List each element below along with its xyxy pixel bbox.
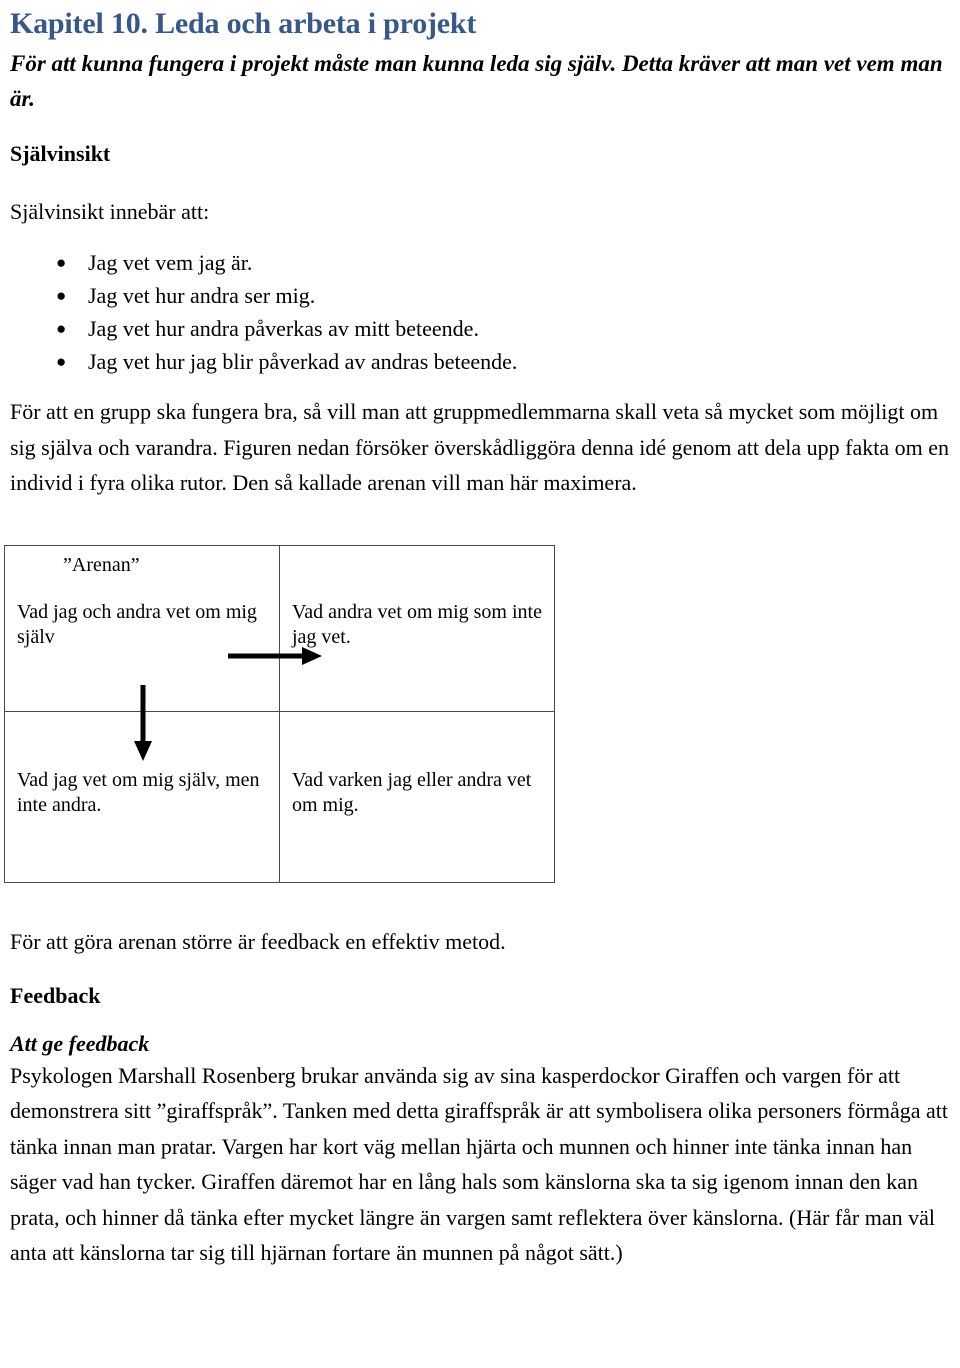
section-heading-feedback: Feedback bbox=[10, 982, 101, 1008]
bullet-icon: ● bbox=[56, 319, 67, 338]
johari-quadrant-unknown: Vad varken jag eller andra vet om mig. bbox=[279, 710, 555, 883]
section-heading-sjalvinsikt: Självinsikt bbox=[10, 141, 111, 166]
page-title: Kapitel 10. Leda och arbeta i projekt bbox=[10, 7, 477, 40]
list-item: ● Jag vet vem jag är. bbox=[0, 246, 960, 279]
quadrant-text-unknown: Vad varken jag eller andra vet om mig. bbox=[292, 768, 532, 816]
johari-quadrant-arena: ”Arenan” Vad jag och andra vet om mig sj… bbox=[4, 544, 280, 712]
sjalvinsikt-paragraph: För att en grupp ska fungera bra, så vil… bbox=[10, 399, 949, 495]
sjalvinsikt-intro: Självinsikt innebär att: bbox=[10, 199, 210, 224]
johari-window-figure: ”Arenan” Vad jag och andra vet om mig sj… bbox=[4, 544, 555, 883]
arena-label: ”Arenan” bbox=[63, 553, 140, 576]
johari-quadrant-hidden: Vad jag vet om mig själv, men inte andra… bbox=[4, 710, 280, 883]
feedback-paragraph: Psykologen Marshall Rosenberg brukar anv… bbox=[10, 1062, 949, 1266]
quadrant-text-blind-spot: Vad andra vet om mig som inte jag vet. bbox=[292, 600, 542, 648]
johari-window-table: ”Arenan” Vad jag och andra vet om mig sj… bbox=[4, 544, 555, 883]
bullet-icon: ● bbox=[56, 286, 67, 305]
quadrant-text-hidden: Vad jag vet om mig själv, men inte andra… bbox=[17, 768, 260, 816]
list-item-label: Jag vet vem jag är. bbox=[88, 250, 253, 275]
table-row: ”Arenan” Vad jag och andra vet om mig sj… bbox=[4, 544, 555, 712]
sub-heading-att-ge-feedback: Att ge feedback bbox=[10, 1030, 150, 1056]
lead-paragraph: För att kunna fungera i projekt måste ma… bbox=[10, 51, 943, 111]
table-row: Vad jag vet om mig själv, men inte andra… bbox=[4, 710, 555, 883]
johari-quadrant-blind-spot: Vad andra vet om mig som inte jag vet. bbox=[279, 544, 555, 712]
list-item: ● Jag vet hur andra påverkas av mitt bet… bbox=[0, 312, 960, 345]
after-figure-paragraph: För att göra arenan större är feedback e… bbox=[10, 928, 506, 954]
list-item-label: Jag vet hur andra påverkas av mitt betee… bbox=[88, 316, 479, 341]
quadrant-text-arena: Vad jag och andra vet om mig själv bbox=[17, 600, 257, 648]
bullet-icon: ● bbox=[56, 253, 67, 272]
list-item-label: Jag vet hur andra ser mig. bbox=[88, 283, 316, 308]
list-item-label: Jag vet hur jag blir påverkad av andras … bbox=[88, 349, 518, 374]
sjalvinsikt-bullet-list: ● Jag vet vem jag är. ● Jag vet hur andr… bbox=[0, 246, 960, 378]
list-item: ● Jag vet hur andra ser mig. bbox=[0, 279, 960, 312]
document-page: Kapitel 10. Leda och arbeta i projekt Fö… bbox=[0, 0, 960, 1368]
bullet-icon: ● bbox=[56, 352, 67, 371]
list-item: ● Jag vet hur jag blir påverkad av andra… bbox=[0, 345, 960, 378]
